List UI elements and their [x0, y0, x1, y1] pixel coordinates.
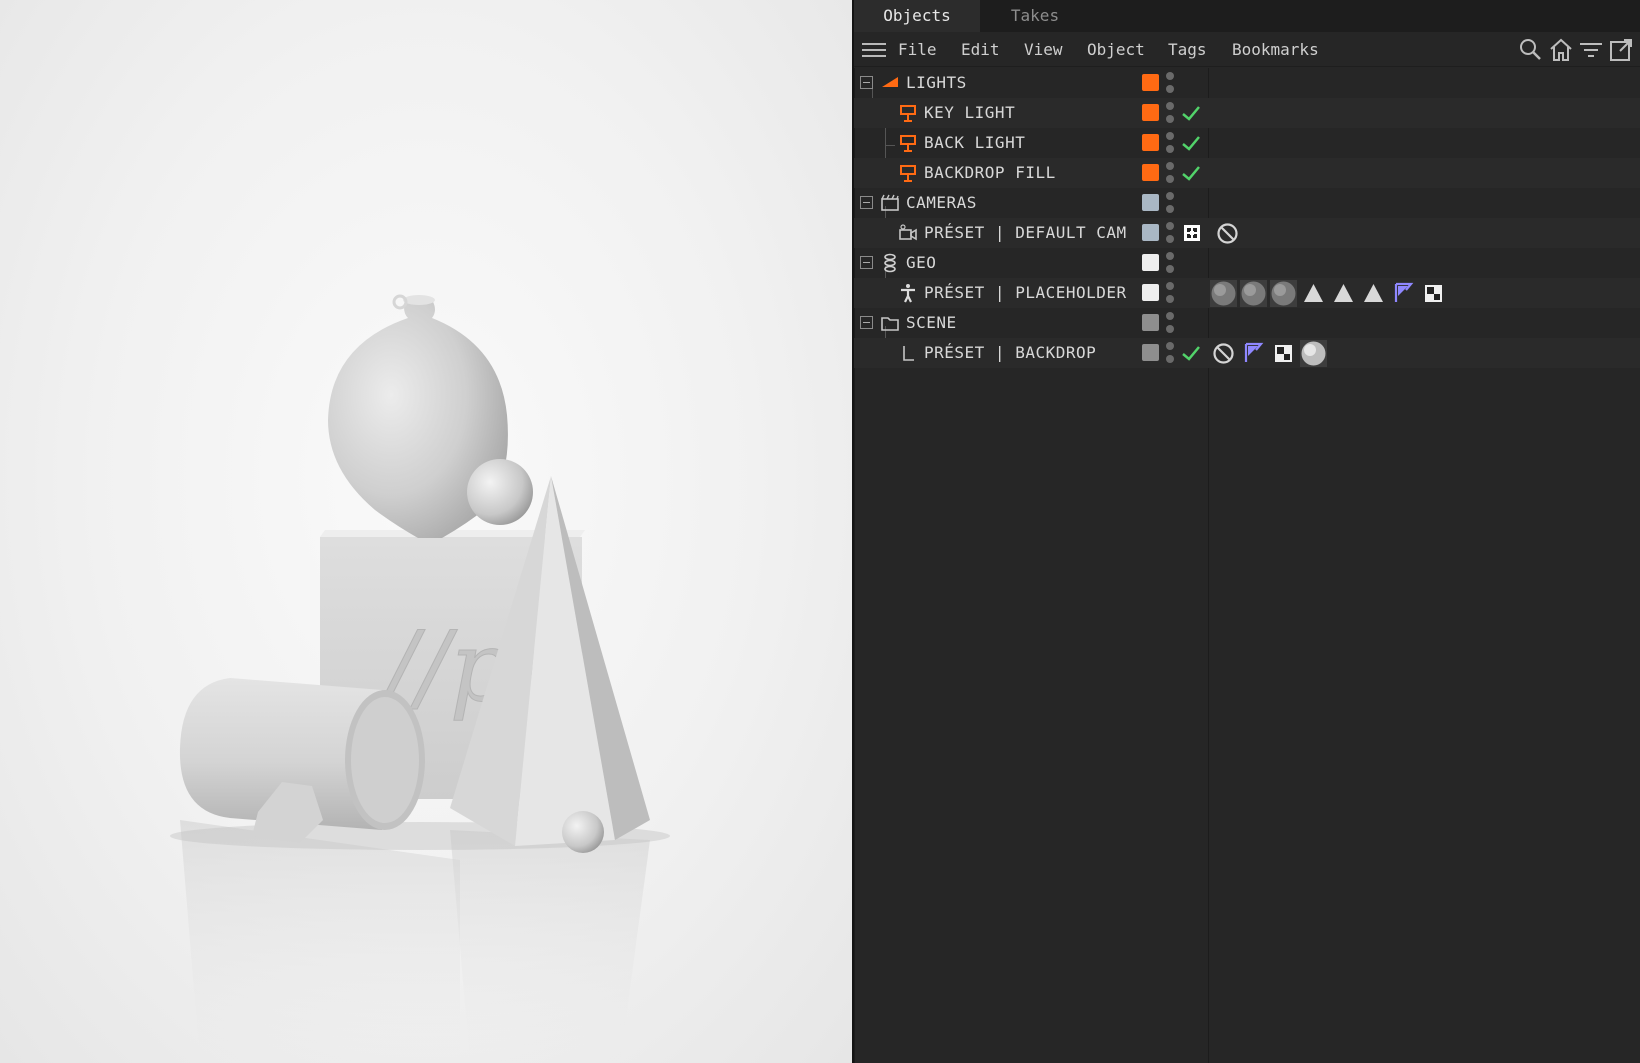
object-name: CAMERAS [906, 193, 977, 212]
floor-icon [903, 346, 914, 361]
floor-reflection [180, 820, 460, 1063]
phong-tag-icon[interactable] [1330, 280, 1357, 307]
phong-tag-icon[interactable] [1300, 280, 1327, 307]
material-sphere-icon[interactable] [1270, 280, 1297, 307]
visibility-dots[interactable] [1166, 252, 1175, 274]
folder-icon [881, 317, 899, 331]
menu-edit[interactable]: Edit [961, 32, 1000, 67]
visibility-dots[interactable] [1166, 132, 1175, 154]
collapse-toggle[interactable] [860, 316, 873, 329]
collapse-toggle[interactable] [860, 76, 873, 89]
object-name: BACKDROP FILL [924, 163, 1056, 182]
enabled-check-icon[interactable] [1180, 162, 1202, 184]
object-manager: Objects Takes File Edit View Object Tags… [854, 0, 1640, 1063]
menu-tags[interactable]: Tags [1168, 32, 1207, 67]
tree-row-backdrop-fill[interactable]: BACKDROP FILL [854, 158, 1640, 188]
visibility-dots[interactable] [1166, 282, 1175, 304]
sphere-small [562, 811, 604, 853]
visibility-dots[interactable] [1166, 312, 1175, 334]
camera-icon [899, 224, 917, 241]
light-group-icon [882, 77, 898, 87]
scene-render: //pr [170, 294, 670, 1063]
material-sphere-icon[interactable] [1240, 280, 1267, 307]
search-icon[interactable] [1518, 37, 1544, 63]
collapse-toggle[interactable] [860, 196, 873, 209]
object-name: PRÉSET | PLACEHOLDER [924, 283, 1127, 302]
floor-reflection [450, 830, 650, 1063]
layer-color-swatch[interactable] [1142, 134, 1159, 151]
render-viewport[interactable]: //pr [0, 0, 852, 1063]
layer-color-swatch[interactable] [1142, 194, 1159, 211]
selection-tag-icon[interactable] [1390, 280, 1417, 307]
new-window-icon[interactable] [1608, 37, 1634, 63]
home-icon[interactable] [1548, 37, 1574, 63]
collapse-toggle[interactable] [860, 256, 873, 269]
tree-row-back-light[interactable]: BACK LIGHT [854, 128, 1640, 158]
area-light-icon [900, 105, 916, 122]
enabled-check-icon[interactable] [1180, 132, 1202, 154]
menu-file[interactable]: File [898, 32, 937, 67]
uvw-tag-icon[interactable] [1420, 280, 1447, 307]
object-name: KEY LIGHT [924, 103, 1016, 122]
layer-color-swatch[interactable] [1142, 254, 1159, 271]
layer-color-swatch[interactable] [1142, 344, 1159, 361]
visibility-dots[interactable] [1166, 222, 1175, 244]
menu-view[interactable]: View [1024, 32, 1063, 67]
object-name: BACK LIGHT [924, 133, 1026, 152]
object-name: SCENE [906, 313, 957, 332]
menu-bookmarks[interactable]: Bookmarks [1232, 32, 1319, 67]
layer-color-swatch[interactable] [1142, 164, 1159, 181]
null-group-icon [884, 253, 896, 273]
protection-tag-icon[interactable] [1214, 220, 1241, 247]
visibility-dots[interactable] [1166, 72, 1175, 94]
tree-row-key-light[interactable]: KEY LIGHT [854, 98, 1640, 128]
tab-objects[interactable]: Objects [854, 0, 980, 32]
visibility-dots[interactable] [1166, 342, 1175, 364]
object-name: PRÉSET | BACKDROP [924, 343, 1097, 362]
tree-row-placeholder[interactable]: PRÉSET | PLACEHOLDER [854, 278, 1640, 308]
menu-bar: File Edit View Object Tags Bookmarks [854, 32, 1640, 67]
layer-color-swatch[interactable] [1142, 104, 1159, 121]
object-name: LIGHTS [906, 73, 967, 92]
tree-row-lights[interactable]: LIGHTS [854, 68, 1640, 98]
enabled-check-icon[interactable] [1180, 342, 1202, 364]
selection-tag-icon[interactable] [1240, 340, 1267, 367]
filter-icon[interactable] [1578, 37, 1604, 63]
layer-color-swatch[interactable] [1142, 74, 1159, 91]
protection-tag-icon[interactable] [1210, 340, 1237, 367]
menu-object[interactable]: Object [1087, 32, 1145, 67]
tree-row-backdrop[interactable]: PRÉSET | BACKDROP [854, 338, 1640, 368]
uvw-tag-icon[interactable] [1270, 340, 1297, 367]
material-sphere-icon[interactable] [1210, 280, 1237, 307]
visibility-dots[interactable] [1166, 102, 1175, 124]
object-name: PRÉSET | DEFAULT CAM [924, 223, 1127, 242]
material-sphere-icon[interactable] [1300, 340, 1327, 367]
visibility-dots[interactable] [1166, 192, 1175, 214]
phong-tag-icon[interactable] [1360, 280, 1387, 307]
clapper-icon [881, 194, 899, 211]
area-light-icon [900, 165, 916, 182]
target-tag-icon[interactable] [1182, 223, 1202, 243]
tree-row-default-cam[interactable]: PRÉSET | DEFAULT CAM [854, 218, 1640, 248]
layer-color-swatch[interactable] [1142, 284, 1159, 301]
figure-icon [901, 284, 915, 303]
tree-row-geo[interactable]: GEO [854, 248, 1640, 278]
object-name: GEO [906, 253, 937, 272]
visibility-dots[interactable] [1166, 162, 1175, 184]
sphere-large [467, 459, 533, 525]
area-light-icon [900, 135, 916, 152]
tree-row-scene[interactable]: SCENE [854, 308, 1640, 338]
tree-row-cameras[interactable]: CAMERAS [854, 188, 1640, 218]
tab-takes[interactable]: Takes [980, 0, 1090, 32]
enabled-check-icon[interactable] [1180, 102, 1202, 124]
layer-color-swatch[interactable] [1142, 224, 1159, 241]
layer-color-swatch[interactable] [1142, 314, 1159, 331]
hamburger-menu-icon[interactable] [862, 40, 886, 60]
tab-bar: Objects Takes [854, 0, 1640, 32]
